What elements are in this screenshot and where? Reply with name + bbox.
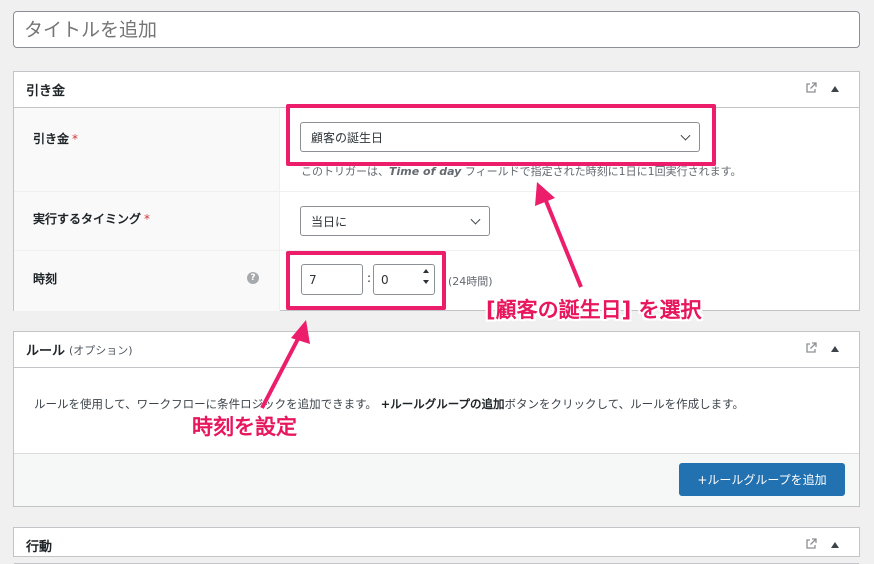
rules-panel: ルール (オプション) ルールを使用して、ワークフローに条件ロジックを追加できま…: [13, 331, 860, 507]
timing-row: 実行するタイミング * 当日に: [14, 192, 859, 251]
rules-panel-header[interactable]: ルール (オプション): [14, 332, 859, 368]
external-link-icon[interactable]: [805, 82, 817, 94]
time-callout-text: 時刻を設定: [192, 415, 297, 439]
rules-footer: +ルールグループを追加: [14, 454, 859, 506]
minute-value: 0: [381, 272, 389, 287]
timing-label: 実行するタイミング *: [14, 192, 280, 250]
trigger-help-field: Time of day: [389, 165, 462, 178]
actions-panel-title: 行動: [26, 540, 53, 555]
collapse-toggle-icon[interactable]: [831, 85, 839, 92]
trigger-panel: 引き金 引き金 * 顧客の誕生日 このトリガーは、Time of day フィール…: [13, 71, 860, 311]
required-mark: *: [144, 212, 151, 226]
actions-panel: 行動: [13, 527, 860, 564]
timing-label-text: 実行するタイミング: [33, 212, 142, 226]
external-link-icon[interactable]: [805, 342, 817, 354]
trigger-label: 引き金 *: [14, 108, 280, 191]
rules-desc-bold: +ルールグループの追加: [380, 397, 505, 411]
post-title-input[interactable]: [13, 11, 860, 48]
trigger-panel-title: 引き金: [26, 84, 66, 99]
trigger-help-pre: このトリガーは、: [301, 165, 389, 178]
trigger-select[interactable]: 顧客の誕生日: [300, 122, 700, 152]
trigger-select-value: 顧客の誕生日: [311, 130, 384, 145]
rules-panel-title: ルール: [26, 344, 66, 359]
minute-input[interactable]: 0: [373, 264, 435, 295]
select-callout-text: [顧客の誕生日] を選択: [486, 298, 702, 322]
actions-panel-header[interactable]: 行動: [14, 528, 859, 564]
required-mark: *: [72, 132, 79, 146]
trigger-panel-header[interactable]: 引き金: [14, 72, 859, 108]
chevron-down-icon: [680, 130, 691, 141]
help-icon[interactable]: ?: [247, 272, 259, 284]
collapse-toggle-icon[interactable]: [831, 345, 839, 352]
rules-desc-pre: ルールを使用して、ワークフローに条件ロジックを追加できます。: [34, 397, 381, 411]
time-label: 時刻 ?: [14, 251, 280, 311]
trigger-label-text: 引き金: [33, 132, 70, 146]
external-link-icon[interactable]: [805, 538, 817, 550]
hour-input[interactable]: 7: [301, 264, 363, 295]
trigger-row: 引き金 * 顧客の誕生日 このトリガーは、Time of day フィールドで指定…: [14, 108, 859, 192]
timing-select-value: 当日に: [311, 214, 348, 229]
time-separator: :: [367, 271, 372, 285]
chevron-down-icon: [470, 214, 481, 225]
rules-desc-post: ボタンをクリックして、ルールを作成します。: [504, 397, 744, 411]
rules-description: ルールを使用して、ワークフローに条件ロジックを追加できます。 +ルールグループの…: [14, 368, 859, 454]
time-unit-text: (24時間): [448, 275, 493, 288]
timing-select[interactable]: 当日に: [300, 206, 490, 236]
trigger-help-text: このトリガーは、Time of day フィールドで指定された時刻に1日に1回実…: [301, 163, 742, 179]
time-row: 時刻 ? 7 : 0 (24時間): [14, 251, 859, 311]
trigger-help-post: フィールドで指定された時刻に1日に1回実行されます。: [461, 165, 742, 178]
spinner-icon[interactable]: [423, 269, 429, 284]
add-rule-group-button[interactable]: +ルールグループを追加: [679, 463, 845, 496]
time-label-text: 時刻: [33, 272, 58, 286]
rules-panel-subtitle: (オプション): [69, 343, 133, 357]
